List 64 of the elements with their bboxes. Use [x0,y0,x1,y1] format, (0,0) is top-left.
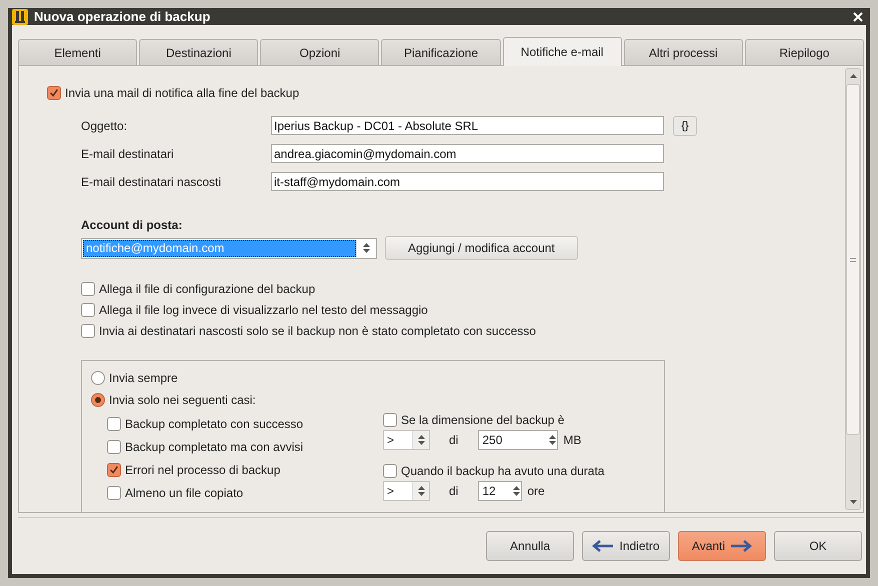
checkbox-label: Backup completato ma con avvisi [125,440,304,454]
scroll-down-icon[interactable] [850,500,856,504]
dialog-button[interactable]: Indietro [582,531,670,561]
scrollbar[interactable] [845,68,861,510]
checkbox-label: Invia ai destinatari nascosti solo se il backup non è stato completato con successo [99,324,536,338]
checkbox-label: Allega il file di configurazione del backup [99,282,316,296]
checkbox-label: Invia una mail di notifica alla fine del backup [65,86,300,100]
tab[interactable]: Altri processi [624,39,743,65]
input-field[interactable]: it-staff@mydomain.com [271,172,664,191]
dialog-button[interactable]: Annulla [486,531,574,561]
spinner-label: di [449,433,458,447]
checkbox[interactable] [47,86,61,100]
checkbox[interactable] [81,303,95,317]
operator-spinner[interactable]: > [383,430,430,450]
checkbox[interactable] [81,282,95,296]
tab[interactable]: Pianificazione [381,39,501,65]
grip-icon [850,258,856,262]
dialog-button[interactable]: Avanti [678,531,766,561]
tab[interactable]: Opzioni [260,39,380,65]
checkbox-label: Almeno un file copiato [125,486,244,500]
checkbox[interactable] [383,413,397,427]
scroll-up-icon[interactable] [850,74,856,78]
input-field[interactable]: Iperius Backup - DC01 - Absolute SRL [271,116,664,135]
checkbox[interactable] [383,464,397,478]
checkbox-label: Se la dimensione del backup è [401,413,564,427]
radio-button[interactable] [91,393,105,407]
tab[interactable]: Riepilogo [744,39,864,65]
unit-label: MB [563,433,582,447]
number-spinner[interactable]: 12 [478,481,522,501]
operator-spinner[interactable]: > [383,481,430,501]
edit-account-button[interactable]: Aggiungi / modifica account [385,236,578,260]
updown-arrows-icon[interactable] [548,434,558,446]
right-arrow-icon [730,540,752,552]
checkbox[interactable] [81,324,95,338]
spinner-label: di [449,484,458,498]
checkbox[interactable] [107,417,121,431]
radio-label: Invia sempre [109,371,178,385]
input-field[interactable]: andrea.giacomin@mydomain.com [271,144,664,163]
updown-arrows-icon[interactable] [362,242,370,254]
checkbox-label: Errori nel processo di backup [125,463,280,477]
tab[interactable]: Notifiche e-mail [502,37,622,66]
checkbox-label: Backup completato con successo [125,417,304,431]
field-label: E-mail destinatari nascosti [81,174,222,188]
updown-arrows-icon[interactable] [416,485,426,497]
field-label: E-mail destinatari [81,146,175,160]
updown-arrows-icon[interactable] [416,434,426,446]
unit-label: ore [527,484,545,498]
checkbox-label: Allega il file log invece di visualizzarlo nel testo del messaggio [99,303,428,317]
variables-button[interactable]: {} [673,116,697,136]
checkbox-label: Quando il backup ha avuto una durata [401,464,604,478]
number-spinner[interactable]: 250 [478,430,558,450]
dialog-button[interactable]: OK [774,531,862,561]
tab[interactable]: Destinazioni [139,39,258,65]
tab[interactable]: Elementi [18,39,138,65]
checkbox[interactable] [107,440,121,454]
section-label: Account di posta: [81,218,184,232]
left-arrow-icon [592,540,614,552]
window-title: Nuova operazione di backup [34,9,212,24]
field-label: Oggetto: [81,118,128,132]
radio-button[interactable] [91,371,105,385]
checkbox[interactable] [107,463,121,477]
updown-arrows-icon[interactable] [512,485,522,497]
radio-label: Invia solo nei seguenti casi: [109,393,256,407]
checkbox[interactable] [107,486,121,500]
